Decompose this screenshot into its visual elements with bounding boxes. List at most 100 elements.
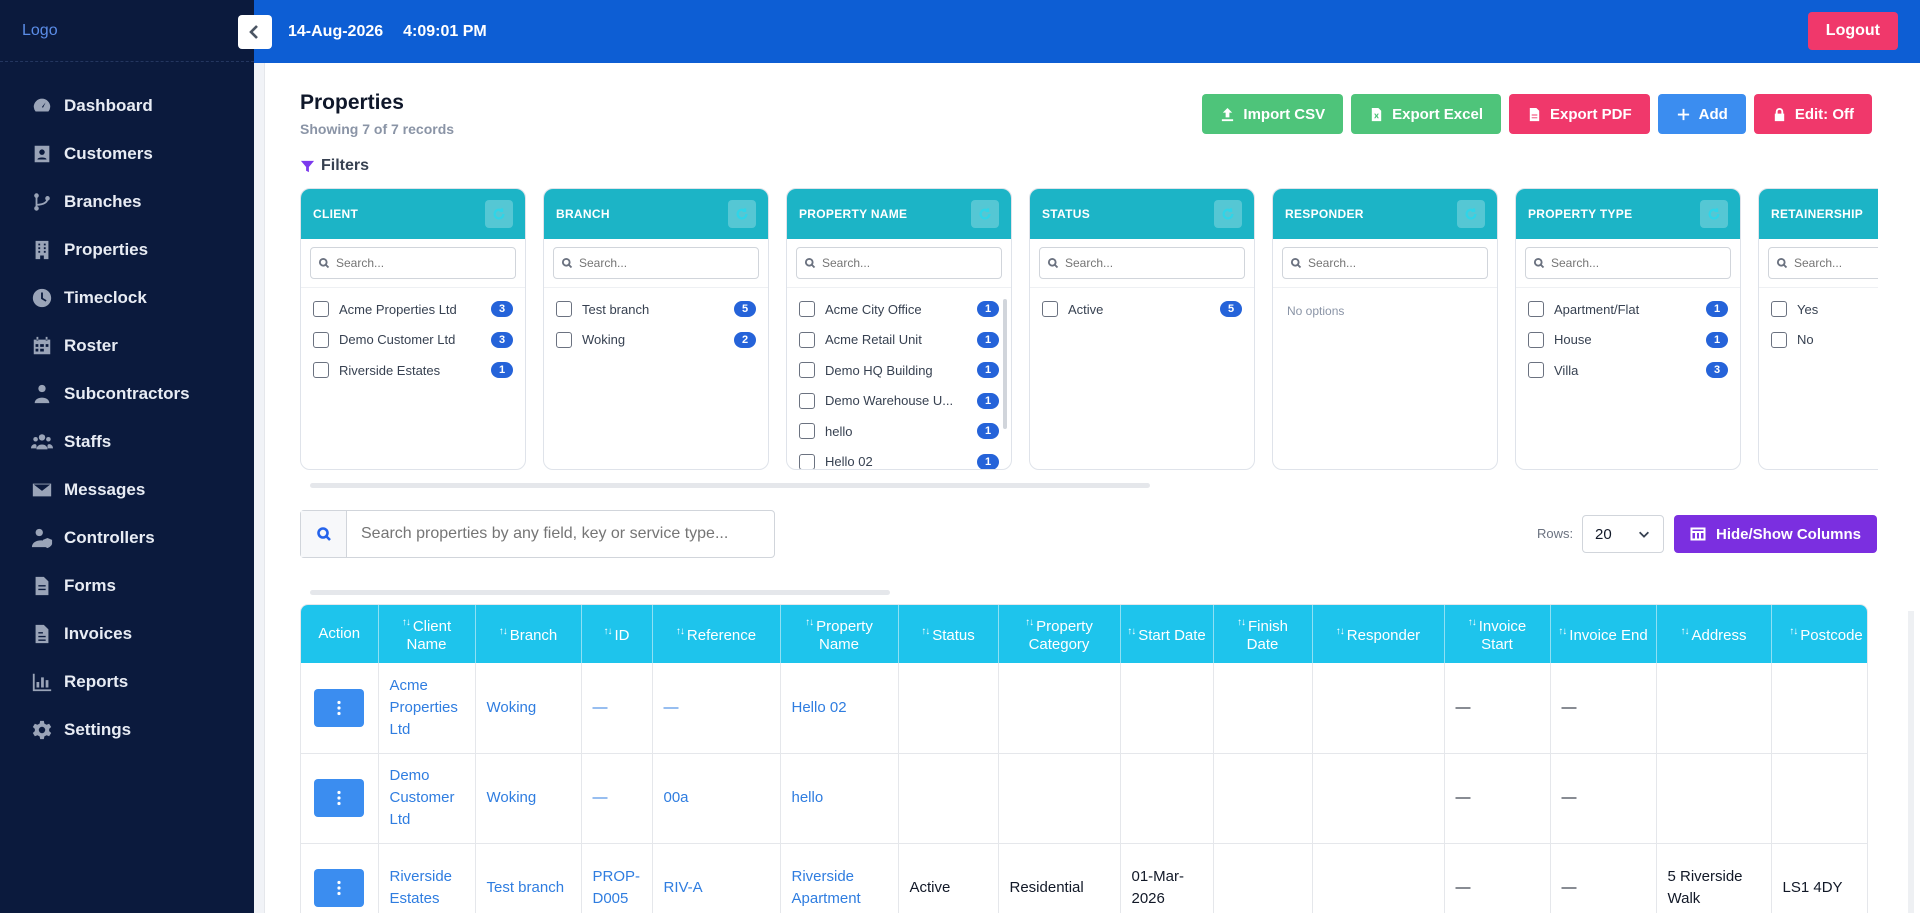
filter-option[interactable]: Acme City Office 1 [787,294,1011,325]
hide-show-columns-button[interactable]: Hide/Show Columns [1674,515,1877,553]
filter-option[interactable]: Hello 02 1 [787,447,1011,469]
sidebar-item-settings[interactable]: Settings [0,706,254,754]
sidebar-item-customers[interactable]: Customers [0,130,254,178]
column-header-finish-date[interactable]: ↑↓ Finish Date [1213,605,1313,663]
filter-option[interactable]: Yes [1759,294,1878,325]
sidebar-item-messages[interactable]: Messages [0,466,254,514]
refresh-icon[interactable] [971,200,999,228]
filter-option[interactable]: Acme Retail Unit 1 [787,325,1011,356]
logo[interactable]: Logo [0,0,254,62]
filter-checkbox[interactable] [799,362,815,379]
refresh-icon[interactable] [485,200,513,228]
filter-search-input[interactable] [822,256,992,270]
filter-checkbox[interactable] [556,331,572,348]
edit-toggle-button[interactable]: Edit: Off [1753,94,1872,134]
column-header-reference[interactable]: ↑↓ Reference [652,605,781,663]
column-header-invoice-end[interactable]: ↑↓ Invoice End [1550,605,1657,663]
sidebar-item-staffs[interactable]: Staffs [0,418,254,466]
filter-option[interactable]: Villa 3 [1516,355,1740,386]
filter-search-input[interactable] [1065,256,1235,270]
cell-reference[interactable]: 00a [652,753,781,844]
sidebar-item-forms[interactable]: Forms [0,562,254,610]
filter-option[interactable]: No [1759,325,1878,356]
filter-checkbox[interactable] [1528,362,1544,379]
cell-property[interactable]: hello [780,753,899,844]
column-header-client-name[interactable]: ↑↓ Client Name [378,605,476,663]
filter-checkbox[interactable] [799,301,815,318]
refresh-icon[interactable] [1457,200,1485,228]
filter-search-input[interactable] [336,256,506,270]
filter-option[interactable]: House 1 [1516,325,1740,356]
row-actions-button[interactable] [314,688,365,727]
filter-checkbox[interactable] [556,301,572,318]
filter-option[interactable]: Woking 2 [544,325,768,356]
column-header-property-name[interactable]: ↑↓ Property Name [780,605,899,663]
filter-option[interactable]: Demo Warehouse U... 1 [787,386,1011,417]
cell-id[interactable]: — [581,753,653,844]
filter-checkbox[interactable] [1771,301,1787,318]
cell-reference[interactable]: RIV-A [652,843,781,913]
cell-reference[interactable]: — [652,663,781,754]
cell-branch[interactable]: Woking [475,663,582,754]
row-actions-button[interactable] [314,869,365,907]
column-header-branch[interactable]: ↑↓ Branch [475,605,582,663]
filter-checkbox[interactable] [313,362,329,379]
cell-property[interactable]: Hello 02 [780,663,899,754]
cell-id[interactable]: — [581,663,653,754]
sidebar-item-timeclock[interactable]: Timeclock [0,274,254,322]
filter-checkbox[interactable] [1528,331,1544,348]
filter-checkbox[interactable] [1771,331,1787,348]
table-scrollbar[interactable] [310,590,890,595]
sidebar-item-roster[interactable]: Roster [0,322,254,370]
filter-option[interactable]: Test branch 5 [544,294,768,325]
filter-search-input[interactable] [1794,256,1878,270]
sidebar-item-reports[interactable]: Reports [0,658,254,706]
filter-checkbox[interactable] [313,331,329,348]
add-button[interactable]: Add [1657,94,1746,134]
export-pdf-button[interactable]: Export PDF [1508,94,1650,134]
import-csv-button[interactable]: Import CSV [1202,94,1344,134]
collapse-sidebar-button[interactable] [238,14,272,49]
refresh-icon[interactable] [1700,200,1728,228]
column-header-start-date[interactable]: ↑↓ Start Date [1120,605,1214,663]
filter-checkbox[interactable] [1528,301,1544,318]
sidebar-item-branches[interactable]: Branches [0,178,254,226]
cell-branch[interactable]: Test branch [475,843,582,913]
filter-search-input[interactable] [579,256,749,270]
refresh-icon[interactable] [1214,200,1242,228]
cell-client[interactable]: Acme Properties Ltd [378,663,476,754]
column-header-id[interactable]: ↑↓ ID [581,605,653,663]
logout-button[interactable]: Logout [1807,12,1898,50]
column-header-address[interactable]: ↑↓ Address [1656,605,1772,663]
filter-checkbox[interactable] [799,331,815,348]
filter-options-scrollbar[interactable] [1003,299,1007,429]
sidebar-item-controllers[interactable]: Controllers [0,514,254,562]
export-excel-button[interactable]: Export Excel [1351,94,1501,134]
sidebar-item-invoices[interactable]: Invoices [0,610,254,658]
table-vertical-scrollbar[interactable] [1908,611,1914,913]
rows-per-page-select[interactable]: 20 [1582,515,1664,553]
filter-checkbox[interactable] [799,392,815,409]
filter-option[interactable]: Riverside Estates 1 [301,355,525,386]
row-actions-button[interactable] [314,779,365,817]
sidebar-item-dashboard[interactable]: Dashboard [0,82,254,130]
cell-client[interactable]: Riverside Estates [378,843,476,913]
filter-scrollbar[interactable] [310,483,1150,488]
column-header-property-category[interactable]: ↑↓ Property Category [998,605,1121,663]
filter-checkbox[interactable] [799,453,815,469]
filter-option[interactable]: Demo Customer Ltd 3 [301,325,525,356]
filter-checkbox[interactable] [1042,301,1058,318]
sidebar-item-properties[interactable]: Properties [0,226,254,274]
filter-option[interactable]: Acme Properties Ltd 3 [301,294,525,325]
filter-checkbox[interactable] [799,423,815,440]
sidebar-item-subcontractors[interactable]: Subcontractors [0,370,254,418]
column-header-postcode[interactable]: ↑↓ Postcode [1771,605,1867,663]
filter-search-input[interactable] [1551,256,1721,270]
filter-option[interactable]: Apartment/Flat 1 [1516,294,1740,325]
cell-client[interactable]: Demo Customer Ltd [378,753,476,844]
column-header-status[interactable]: ↑↓ Status [898,605,999,663]
column-header-responder[interactable]: ↑↓ Responder [1312,605,1445,663]
cell-id[interactable]: PROP-D005 [581,843,653,913]
cell-branch[interactable]: Woking [475,753,582,844]
search-input[interactable] [347,525,767,543]
